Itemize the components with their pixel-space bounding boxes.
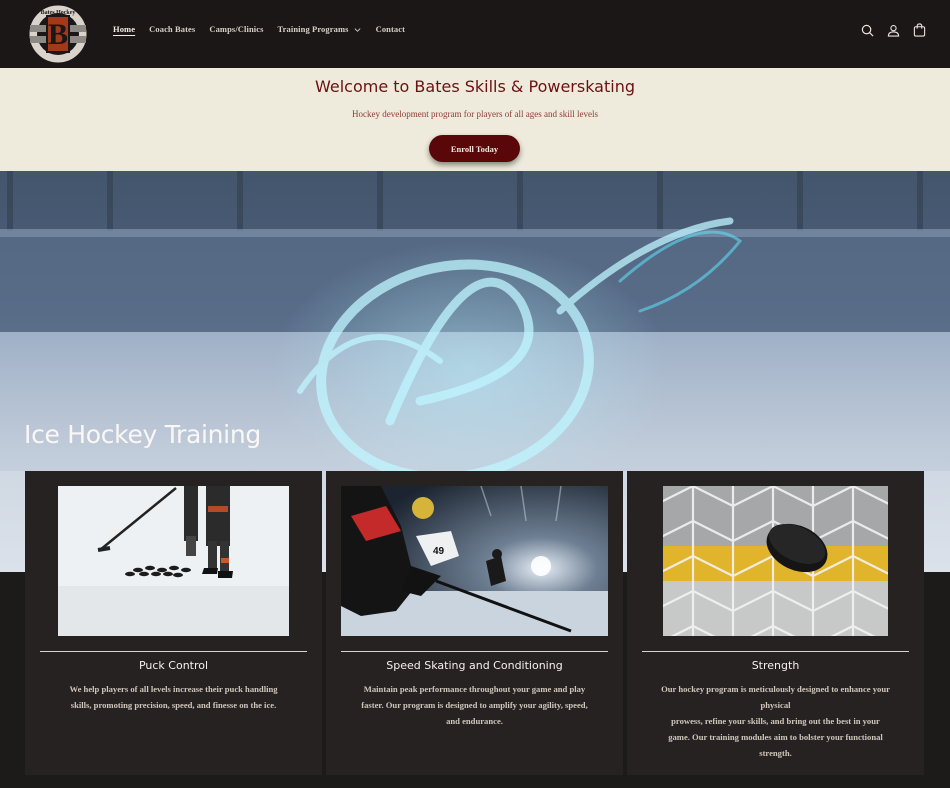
speed-skating-image: 49 — [341, 486, 608, 636]
card-description: We help players of all levels increase t… — [69, 684, 278, 710]
bates-hockey-logo[interactable]: B Bates Hockey — [27, 3, 89, 65]
card-title: Strength — [751, 659, 800, 672]
card-title: Speed Skating and Conditioning — [386, 659, 563, 672]
nav-home[interactable]: Home — [113, 24, 135, 34]
chevron-down-icon — [354, 27, 361, 32]
card-strength: Strength Our hockey program is meticulou… — [627, 471, 924, 775]
enroll-today-button[interactable]: Enroll Today — [429, 135, 520, 162]
logo-text: Bates Hockey — [41, 10, 76, 16]
nav-training-programs[interactable]: Training Programs — [278, 24, 362, 34]
card-divider — [642, 651, 909, 652]
header-icons — [860, 22, 926, 38]
nav-camps-clinics[interactable]: Camps/Clinics — [209, 24, 263, 34]
puck-control-image — [58, 486, 289, 636]
card-title: Puck Control — [138, 659, 209, 672]
card-divider — [40, 651, 307, 652]
card-divider — [341, 651, 608, 652]
site-header: B Bates Hockey Home Coach Bates Camps/Cl… — [0, 0, 950, 68]
card-description: Maintain peak performance throughout you… — [361, 684, 588, 726]
logo-letter: B — [48, 18, 68, 51]
strength-image — [663, 486, 888, 636]
banner-subtitle: Hockey development program for players o… — [352, 109, 598, 119]
svg-text:49: 49 — [433, 546, 445, 557]
cart-icon[interactable] — [912, 22, 926, 38]
hero-title: Ice Hockey Training — [24, 420, 261, 449]
nav-coach-bates[interactable]: Coach Bates — [149, 24, 195, 34]
card-puck-control: Puck Control We help players of all leve… — [25, 471, 322, 775]
banner-title: Welcome to Bates Skills & Powerskating — [315, 77, 635, 96]
main-nav: Home Coach Bates Camps/Clinics Training … — [113, 24, 405, 34]
search-icon[interactable] — [860, 22, 874, 38]
card-description: Our hockey program is meticulously desig… — [661, 684, 890, 758]
card-speed-skating: 49 Speed Skating and Conditioning Mainta… — [326, 471, 623, 775]
nav-contact[interactable]: Contact — [376, 24, 406, 34]
account-icon[interactable] — [886, 22, 900, 38]
welcome-banner: Welcome to Bates Skills & Powerskating H… — [0, 68, 950, 171]
